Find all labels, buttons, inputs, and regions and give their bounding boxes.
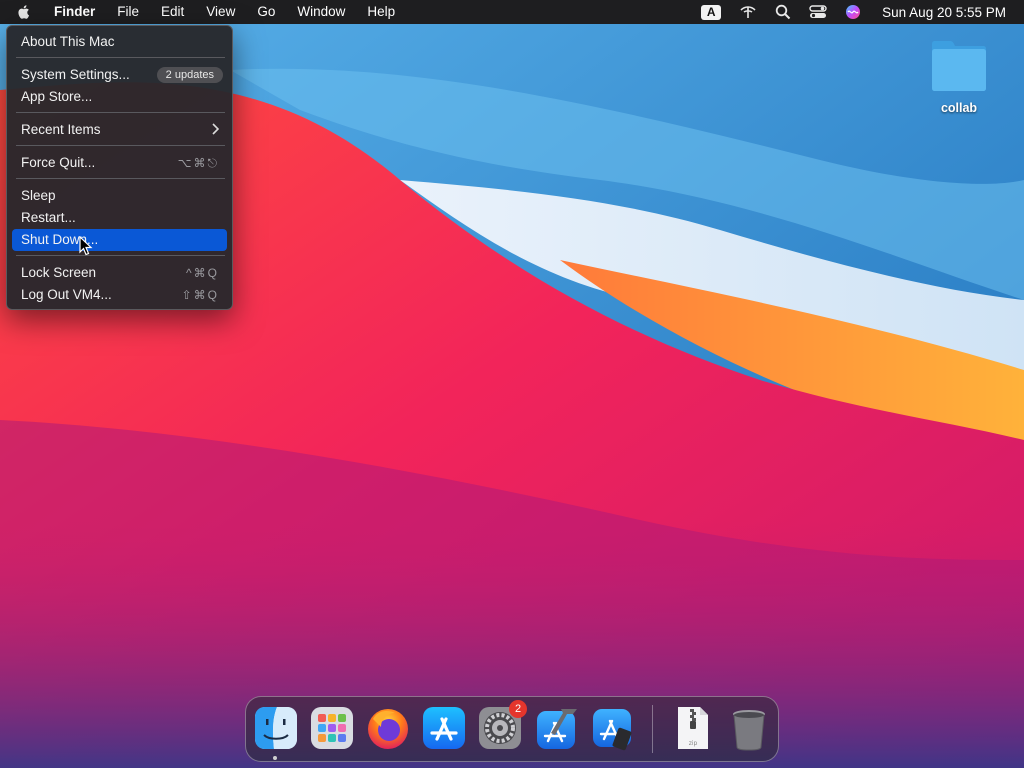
dock: 2 zip — [245, 696, 779, 762]
menu-separator — [16, 178, 225, 179]
menu-item-force-quit[interactable]: Force Quit... ⌥⌘⎋ — [12, 152, 227, 174]
menu-item-label: System Settings... — [21, 67, 130, 82]
menu-separator — [16, 112, 225, 113]
menu-item-log-out[interactable]: Log Out VM4... ⇧⌘Q — [12, 284, 227, 306]
lock-screen-shortcut: ^⌘Q — [186, 266, 219, 280]
trash-icon — [733, 710, 765, 751]
input-source-menu[interactable]: A — [692, 0, 730, 24]
menu-item-label: Force Quit... — [21, 155, 96, 170]
dock-item-system-settings[interactable]: 2 — [477, 700, 527, 751]
mouse-pointer-icon — [79, 235, 93, 259]
menu-window[interactable]: Window — [286, 0, 356, 24]
menu-separator — [16, 57, 225, 58]
menu-item-label: Restart... — [21, 210, 76, 225]
menu-item-restart[interactable]: Restart... — [12, 207, 227, 229]
control-center-button[interactable] — [800, 0, 836, 24]
dock-item-app-store[interactable] — [421, 705, 467, 751]
apple-menu-button[interactable] — [0, 4, 43, 20]
finder-icon — [255, 707, 297, 749]
launchpad-icon — [311, 707, 353, 749]
menu-item-shut-down[interactable]: Shut Down... — [12, 229, 227, 251]
control-center-icon — [809, 5, 827, 18]
desktop-folder-label: collab — [940, 101, 978, 115]
menu-item-label: Log Out VM4... — [21, 287, 112, 302]
spotlight-button[interactable] — [766, 0, 800, 24]
menu-separator — [16, 145, 225, 146]
apple-icon — [18, 5, 30, 19]
chevron-right-icon — [211, 119, 220, 141]
notification-badge: 2 — [509, 700, 527, 718]
menu-item-app-store[interactable]: App Store... — [12, 86, 227, 108]
log-out-shortcut: ⇧⌘Q — [181, 288, 219, 302]
dock-item-zip-archive[interactable]: zip — [670, 705, 716, 751]
menu-item-label: Sleep — [21, 188, 56, 203]
menu-item-lock-screen[interactable]: Lock Screen ^⌘Q — [12, 262, 227, 284]
force-quit-shortcut: ⌥⌘⎋ — [177, 156, 219, 170]
menu-item-sleep[interactable]: Sleep — [12, 185, 227, 207]
menu-item-system-settings[interactable]: System Settings... 2 updates — [12, 64, 227, 86]
menu-go[interactable]: Go — [246, 0, 286, 24]
xcode-icon — [537, 709, 577, 749]
dock-item-xcode[interactable] — [533, 705, 579, 751]
menu-item-label: Recent Items — [21, 122, 101, 137]
search-icon — [775, 4, 791, 20]
firefox-icon — [368, 709, 408, 749]
dock-item-trash[interactable] — [726, 705, 772, 751]
menu-item-recent-items[interactable]: Recent Items — [12, 119, 227, 141]
input-source-icon: A — [701, 4, 722, 20]
menu-app-name[interactable]: Finder — [43, 0, 106, 24]
desktop-folder-collab[interactable]: collab — [924, 38, 994, 115]
menu-item-label: Lock Screen — [21, 265, 97, 280]
dock-item-launchpad[interactable] — [309, 705, 355, 751]
running-indicator — [273, 756, 277, 760]
folder-icon — [932, 41, 986, 91]
network-status[interactable] — [730, 0, 766, 24]
apple-dropdown-menu: About This Mac System Settings... 2 upda… — [6, 25, 233, 310]
dock-item-simulator[interactable] — [589, 705, 635, 751]
dock-item-firefox[interactable] — [365, 705, 411, 751]
menu-bar: Finder File Edit View Go Window Help A S… — [0, 0, 1024, 24]
menu-help[interactable]: Help — [356, 0, 406, 24]
updates-badge: 2 updates — [156, 67, 223, 83]
simulator-icon — [593, 709, 632, 751]
menu-file[interactable]: File — [106, 0, 150, 24]
status-area: A Sun Aug 20 5:55 PM — [692, 0, 1024, 24]
siri-button[interactable] — [836, 0, 870, 24]
menu-edit[interactable]: Edit — [150, 0, 195, 24]
dock-separator — [652, 705, 653, 753]
menu-view[interactable]: View — [195, 0, 246, 24]
dock-item-finder[interactable] — [253, 705, 299, 751]
app-store-icon — [423, 707, 465, 749]
siri-icon — [846, 5, 861, 19]
zip-file-icon: zip — [678, 707, 708, 749]
menu-item-label: About This Mac — [21, 34, 115, 49]
menu-item-about-this-mac[interactable]: About This Mac — [12, 31, 227, 53]
menu-separator — [16, 255, 225, 256]
menu-item-label: App Store... — [21, 89, 93, 104]
zip-file-label: zip — [689, 740, 698, 747]
network-icon — [740, 6, 756, 18]
menubar-clock[interactable]: Sun Aug 20 5:55 PM — [870, 5, 1024, 20]
